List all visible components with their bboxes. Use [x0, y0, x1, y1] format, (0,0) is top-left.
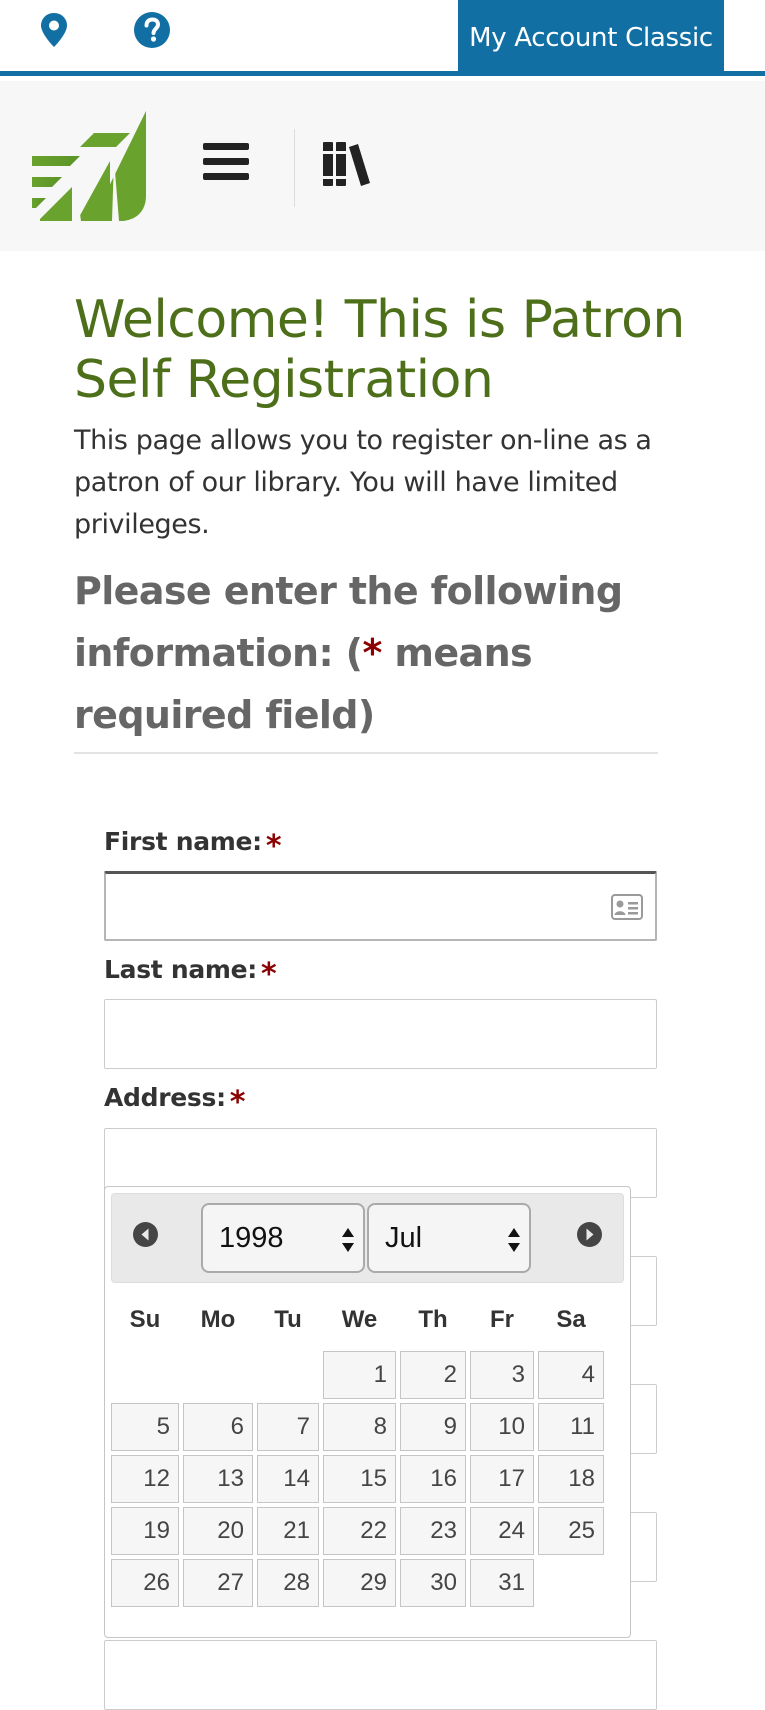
first-name-label-text: First name:	[104, 827, 262, 856]
first-name-field[interactable]	[104, 871, 657, 941]
calendar-week: 5 6 7 8 9 10 11	[111, 1403, 604, 1451]
calendar-day[interactable]: 23	[400, 1507, 466, 1555]
year-select-value: 1998	[219, 1221, 284, 1254]
calendar-day[interactable]: 7	[257, 1403, 319, 1451]
calendar-day[interactable]: 12	[111, 1455, 179, 1503]
calendar-day[interactable]: 15	[323, 1455, 396, 1503]
calendar-day[interactable]: 5	[111, 1403, 179, 1451]
address-label: Address: *	[104, 1079, 245, 1120]
date-picker-header: 1998 Jul	[111, 1193, 624, 1283]
calendar-day[interactable]: 18	[538, 1455, 604, 1503]
next-month-icon[interactable]	[576, 1221, 603, 1248]
weekday-tuesday: Tu	[274, 1306, 302, 1333]
required-marker: *	[265, 829, 282, 864]
calendar-week: 12 13 14 15 16 17 18	[111, 1455, 604, 1503]
date-picker: 1998 Jul Su Mo Tu We Th Fr Sa 1 2 3 4 5 …	[104, 1186, 631, 1638]
required-marker: *	[362, 631, 382, 675]
top-bar: My Account Classic	[0, 0, 765, 76]
books-icon[interactable]	[322, 139, 374, 189]
my-account-classic-button[interactable]: My Account Classic	[458, 0, 724, 76]
calendar-day[interactable]: 27	[183, 1559, 253, 1607]
empty-day	[183, 1351, 253, 1399]
calendar-day[interactable]: 16	[400, 1455, 466, 1503]
calendar-day[interactable]: 20	[183, 1507, 253, 1555]
calendar-day[interactable]: 14	[257, 1455, 319, 1503]
weekday-saturday: Sa	[556, 1306, 586, 1333]
weekday-wednesday: We	[341, 1306, 378, 1333]
page-title: Welcome! This is Patron Self Registratio…	[74, 290, 685, 410]
select-arrows-icon	[507, 1227, 521, 1253]
calendar-day[interactable]: 3	[470, 1351, 534, 1399]
empty-day	[257, 1351, 319, 1399]
month-select-value: Jul	[385, 1221, 423, 1254]
empty-day	[111, 1351, 179, 1399]
prev-month-icon[interactable]	[132, 1221, 159, 1248]
calendar-day[interactable]: 6	[183, 1403, 253, 1451]
calendar-week: 26 27 28 29 30 31	[111, 1559, 604, 1607]
calendar-day[interactable]: 28	[257, 1559, 319, 1607]
calendar-day[interactable]: 17	[470, 1455, 534, 1503]
form-field-hidden[interactable]	[104, 1640, 657, 1710]
calendar-day[interactable]: 21	[257, 1507, 319, 1555]
weekday-monday: Mo	[200, 1306, 236, 1333]
calendar-day[interactable]: 22	[323, 1507, 396, 1555]
last-name-label-text: Last name:	[104, 955, 258, 984]
calendar-day[interactable]: 25	[538, 1507, 604, 1555]
header-divider	[294, 129, 295, 207]
library-logo[interactable]	[32, 111, 146, 223]
weekday-thursday: Th	[418, 1306, 448, 1333]
calendar-day[interactable]: 26	[111, 1559, 179, 1607]
year-select[interactable]: 1998	[201, 1203, 365, 1273]
calendar-day[interactable]: 4	[538, 1351, 604, 1399]
weekday-sunday: Su	[129, 1306, 161, 1333]
empty-day	[538, 1559, 604, 1607]
calendar-day[interactable]: 2	[400, 1351, 466, 1399]
contact-card-icon	[611, 894, 643, 920]
month-select[interactable]: Jul	[367, 1203, 531, 1273]
calendar-day[interactable]: 24	[470, 1507, 534, 1555]
calendar-day[interactable]: 9	[400, 1403, 466, 1451]
calendar-day[interactable]: 10	[470, 1403, 534, 1451]
site-header	[0, 81, 765, 251]
map-marker-icon[interactable]	[34, 10, 74, 50]
hamburger-menu-icon[interactable]	[203, 143, 249, 185]
last-name-label: Last name: *	[104, 951, 277, 992]
weekday-header-row: Su Mo Tu We Th Fr Sa	[111, 1293, 604, 1347]
calendar-grid: Su Mo Tu We Th Fr Sa 1 2 3 4 5 6 7 8 9 1…	[107, 1289, 608, 1611]
heading-text-start: Please enter the following information: …	[74, 569, 623, 675]
last-name-field[interactable]	[104, 999, 657, 1069]
calendar-day[interactable]: 1	[323, 1351, 396, 1399]
calendar-day[interactable]: 30	[400, 1559, 466, 1607]
calendar-day[interactable]: 13	[183, 1455, 253, 1503]
select-arrows-icon	[341, 1227, 355, 1253]
required-marker: *	[229, 1085, 246, 1120]
first-name-label: First name: *	[104, 823, 282, 864]
required-marker: *	[261, 957, 277, 992]
calendar-week: 1 2 3 4	[111, 1351, 604, 1399]
calendar-day[interactable]: 31	[470, 1559, 534, 1607]
weekday-friday: Fr	[490, 1306, 514, 1333]
calendar-day[interactable]: 19	[111, 1507, 179, 1555]
calendar-day[interactable]: 11	[538, 1403, 604, 1451]
main-content: Welcome! This is Patron Self Registratio…	[74, 290, 694, 754]
question-circle-icon[interactable]	[132, 10, 172, 50]
calendar-day[interactable]: 29	[323, 1559, 396, 1607]
calendar-week: 19 20 21 22 23 24 25	[111, 1507, 604, 1555]
address-label-text: Address:	[104, 1083, 226, 1112]
intro-text: This page allows you to register on-line…	[74, 425, 652, 540]
calendar-day[interactable]: 8	[323, 1403, 396, 1451]
form-instructions-heading: Please enter the following information: …	[74, 560, 658, 754]
